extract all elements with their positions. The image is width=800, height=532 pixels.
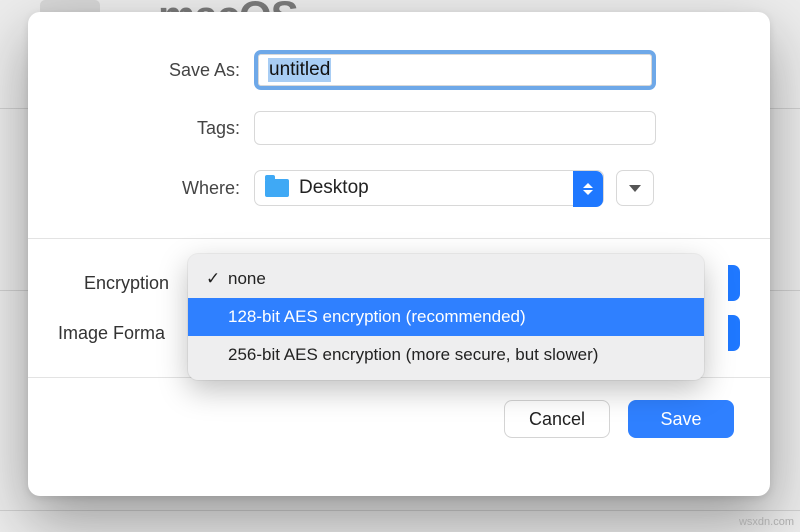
chevron-down-icon <box>629 185 641 192</box>
encryption-option-none[interactable]: ✓ none <box>188 260 704 298</box>
watermark: wsxdn.com <box>739 516 794 528</box>
cancel-button[interactable]: Cancel <box>504 400 610 438</box>
save-as-input[interactable]: untitled <box>254 50 656 90</box>
option-label: 128-bit AES encryption (recommended) <box>228 307 526 327</box>
save-button-label: Save <box>660 409 701 430</box>
save-button[interactable]: Save <box>628 400 734 438</box>
cancel-button-label: Cancel <box>529 409 585 430</box>
checkmark-icon: ✓ <box>206 269 228 289</box>
row-save-as: Save As: untitled <box>28 48 770 92</box>
image-format-label: Image Forma <box>58 323 165 344</box>
encryption-select-edge[interactable] <box>728 265 740 301</box>
where-value: Desktop <box>299 177 369 199</box>
image-format-select-edge[interactable] <box>728 315 740 351</box>
tags-label: Tags: <box>58 118 254 139</box>
encryption-option-256[interactable]: 256-bit AES encryption (more secure, but… <box>188 336 704 374</box>
where-stepper-icon <box>573 171 603 207</box>
save-dialog: Save As: untitled Tags: Where: Desktop <box>28 12 770 496</box>
folder-icon <box>265 179 289 197</box>
dialog-footer: Cancel Save <box>28 378 770 438</box>
where-select[interactable]: Desktop <box>254 170 604 206</box>
encryption-label: Encryption <box>84 273 169 294</box>
option-label: none <box>228 269 266 289</box>
save-as-label: Save As: <box>58 60 254 81</box>
row-where: Where: Desktop <box>28 168 770 208</box>
expand-button[interactable] <box>616 170 654 206</box>
row-tags: Tags: <box>28 108 770 148</box>
background-divider <box>0 510 800 511</box>
save-as-value: untitled <box>268 58 331 82</box>
encryption-option-128[interactable]: 128-bit AES encryption (recommended) <box>188 298 704 336</box>
tags-input[interactable] <box>254 111 656 145</box>
option-label: 256-bit AES encryption (more secure, but… <box>228 345 598 365</box>
encryption-dropdown: ✓ none 128-bit AES encryption (recommend… <box>188 254 704 380</box>
where-label: Where: <box>58 178 254 199</box>
